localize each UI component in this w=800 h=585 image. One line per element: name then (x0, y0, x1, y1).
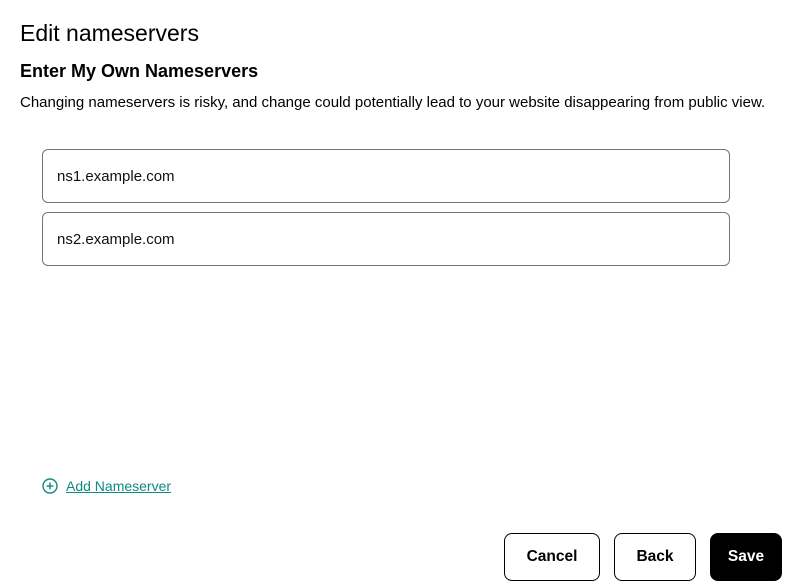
add-nameserver-label: Add Nameserver (66, 478, 171, 494)
cancel-button[interactable]: Cancel (504, 533, 600, 581)
nameserver-input-2[interactable] (42, 212, 730, 266)
warning-text: Changing nameservers is risky, and chang… (20, 92, 780, 113)
page-title: Edit nameservers (20, 20, 780, 47)
add-nameserver-link[interactable]: Add Nameserver (42, 478, 171, 494)
section-subtitle: Enter My Own Nameservers (20, 61, 780, 82)
save-button[interactable]: Save (710, 533, 782, 581)
plus-circle-icon (42, 478, 58, 494)
back-button[interactable]: Back (614, 533, 696, 581)
action-button-bar: Cancel Back Save (504, 533, 782, 581)
nameserver-inputs (20, 149, 780, 266)
nameserver-input-1[interactable] (42, 149, 730, 203)
